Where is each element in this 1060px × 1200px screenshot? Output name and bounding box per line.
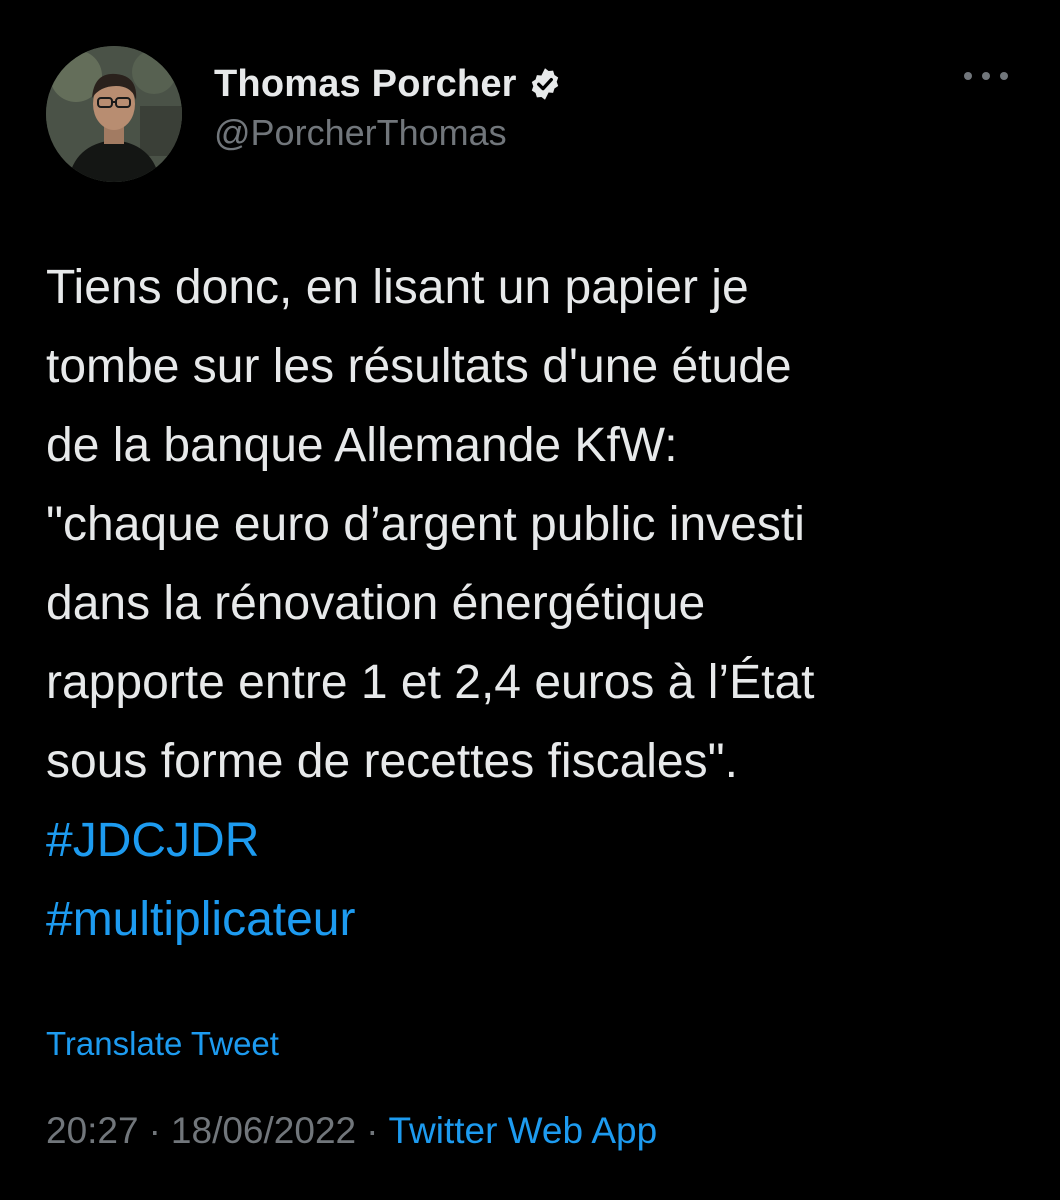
more-dot bbox=[982, 72, 990, 80]
tweet: Thomas Porcher @PorcherThomas Tiens donc… bbox=[0, 0, 1060, 1200]
tweet-source-link[interactable]: Twitter Web App bbox=[388, 1110, 657, 1151]
tweet-text-line: tombe sur les résultats d'une étude bbox=[46, 340, 792, 393]
avatar-image bbox=[46, 46, 182, 182]
tweet-date[interactable]: 18/06/2022 bbox=[171, 1110, 356, 1151]
avatar[interactable] bbox=[46, 46, 182, 182]
author-handle[interactable]: @PorcherThomas bbox=[214, 112, 563, 154]
tweet-header: Thomas Porcher @PorcherThomas bbox=[46, 46, 1016, 182]
tweet-text-line: Tiens donc, en lisant un papier je bbox=[46, 261, 749, 314]
author-names: Thomas Porcher @PorcherThomas bbox=[214, 60, 563, 154]
hashtag-link[interactable]: #multiplicateur bbox=[46, 880, 1026, 959]
display-name-row: Thomas Porcher bbox=[214, 60, 563, 108]
tweet-text-line: de la banque Allemande KfW: bbox=[46, 419, 678, 472]
more-dot bbox=[1000, 72, 1008, 80]
verified-badge-icon bbox=[531, 68, 558, 100]
tweet-text: Tiens donc, en lisant un papier je tombe… bbox=[46, 248, 1026, 959]
more-horizontal-icon[interactable] bbox=[964, 64, 1008, 88]
more-dot bbox=[964, 72, 972, 80]
tweet-time[interactable]: 20:27 bbox=[46, 1110, 139, 1151]
meta-separator: · bbox=[366, 1110, 379, 1151]
tweet-text-line: "chaque euro d’argent public investi bbox=[46, 498, 805, 551]
tweet-metadata: 20:27 · 18/06/2022 · Twitter Web App bbox=[46, 1110, 657, 1152]
translate-tweet-link[interactable]: Translate Tweet bbox=[46, 1025, 279, 1063]
hashtag-link[interactable]: #JDCJDR bbox=[46, 801, 1026, 880]
tweet-text-line: sous forme de recettes fiscales". bbox=[46, 735, 738, 788]
meta-separator: · bbox=[148, 1110, 161, 1151]
tweet-text-line: rapporte entre 1 et 2,4 euros à l’État bbox=[46, 656, 815, 709]
display-name[interactable]: Thomas Porcher bbox=[214, 63, 517, 106]
tweet-text-line: dans la rénovation énergétique bbox=[46, 577, 706, 630]
